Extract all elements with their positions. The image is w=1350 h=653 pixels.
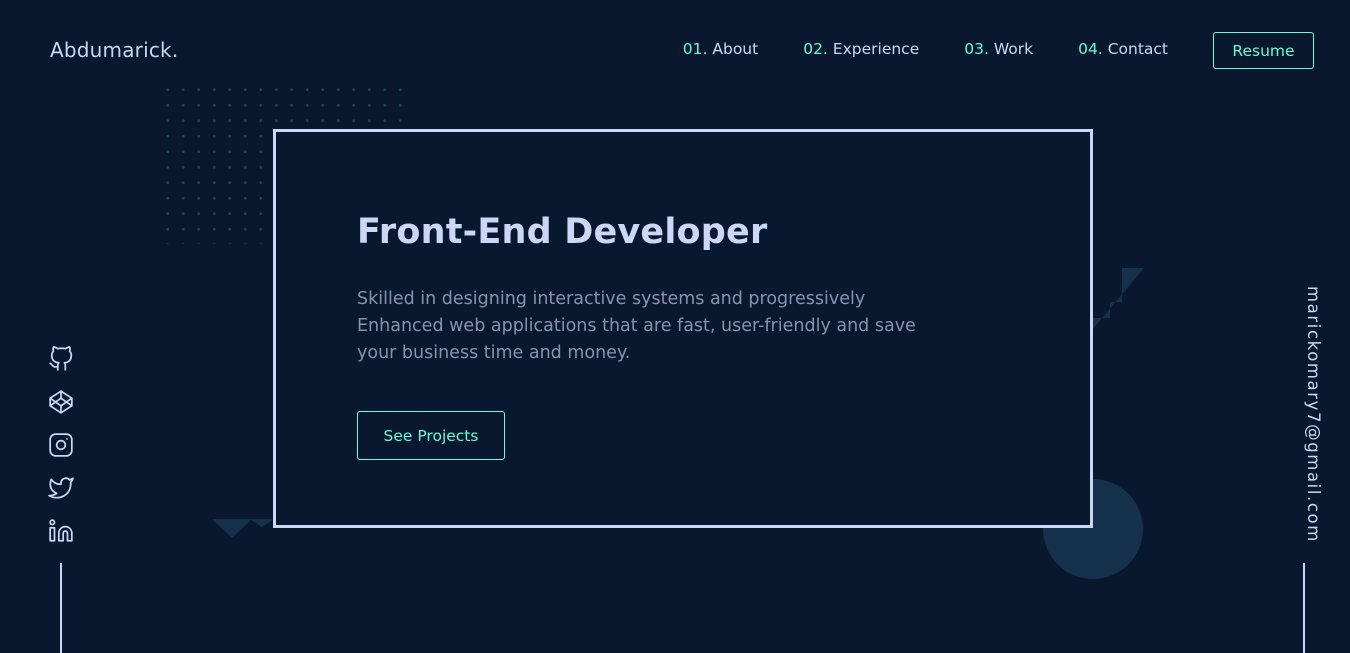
nav-number: 01. — [682, 40, 708, 58]
nav-number: 04. — [1078, 40, 1103, 58]
triangle-decoration — [212, 519, 272, 538]
staircase-decoration — [1092, 268, 1144, 330]
right-vertical-line — [1303, 563, 1305, 653]
email-link[interactable]: marickomary7@gmail.com — [1304, 286, 1323, 543]
resume-button[interactable]: Resume — [1213, 32, 1314, 69]
nav-link-experience[interactable]: 02. Experience — [803, 40, 919, 58]
github-icon[interactable] — [48, 346, 74, 372]
nav-link-about[interactable]: 01. About — [683, 40, 758, 58]
hero-description: Skilled in designing interactive systems… — [357, 289, 916, 363]
twitter-icon[interactable] — [48, 475, 74, 501]
see-projects-button[interactable]: See Projects — [357, 411, 505, 460]
codepen-icon[interactable] — [48, 389, 74, 415]
nav-label: Work — [993, 40, 1034, 58]
left-vertical-line — [60, 563, 62, 653]
nav-number: 03. — [964, 40, 989, 58]
site-logo[interactable]: Abdumarick. — [50, 38, 178, 62]
nav-link-contact[interactable]: 04. Contact — [1078, 40, 1168, 58]
linkedin-icon[interactable] — [48, 518, 74, 544]
social-links — [48, 346, 74, 544]
nav-label: About — [712, 40, 759, 58]
nav-label: Contact — [1107, 40, 1168, 58]
nav-link-work[interactable]: 03. Work — [964, 40, 1033, 58]
nav-number: 02. — [803, 40, 828, 58]
nav-label: Experience — [832, 40, 920, 58]
instagram-icon[interactable] — [48, 432, 74, 458]
main-nav: 01. About 02. Experience 03. Work 04. Co… — [683, 40, 1168, 58]
hero-title: Front-End Developer — [357, 212, 768, 252]
